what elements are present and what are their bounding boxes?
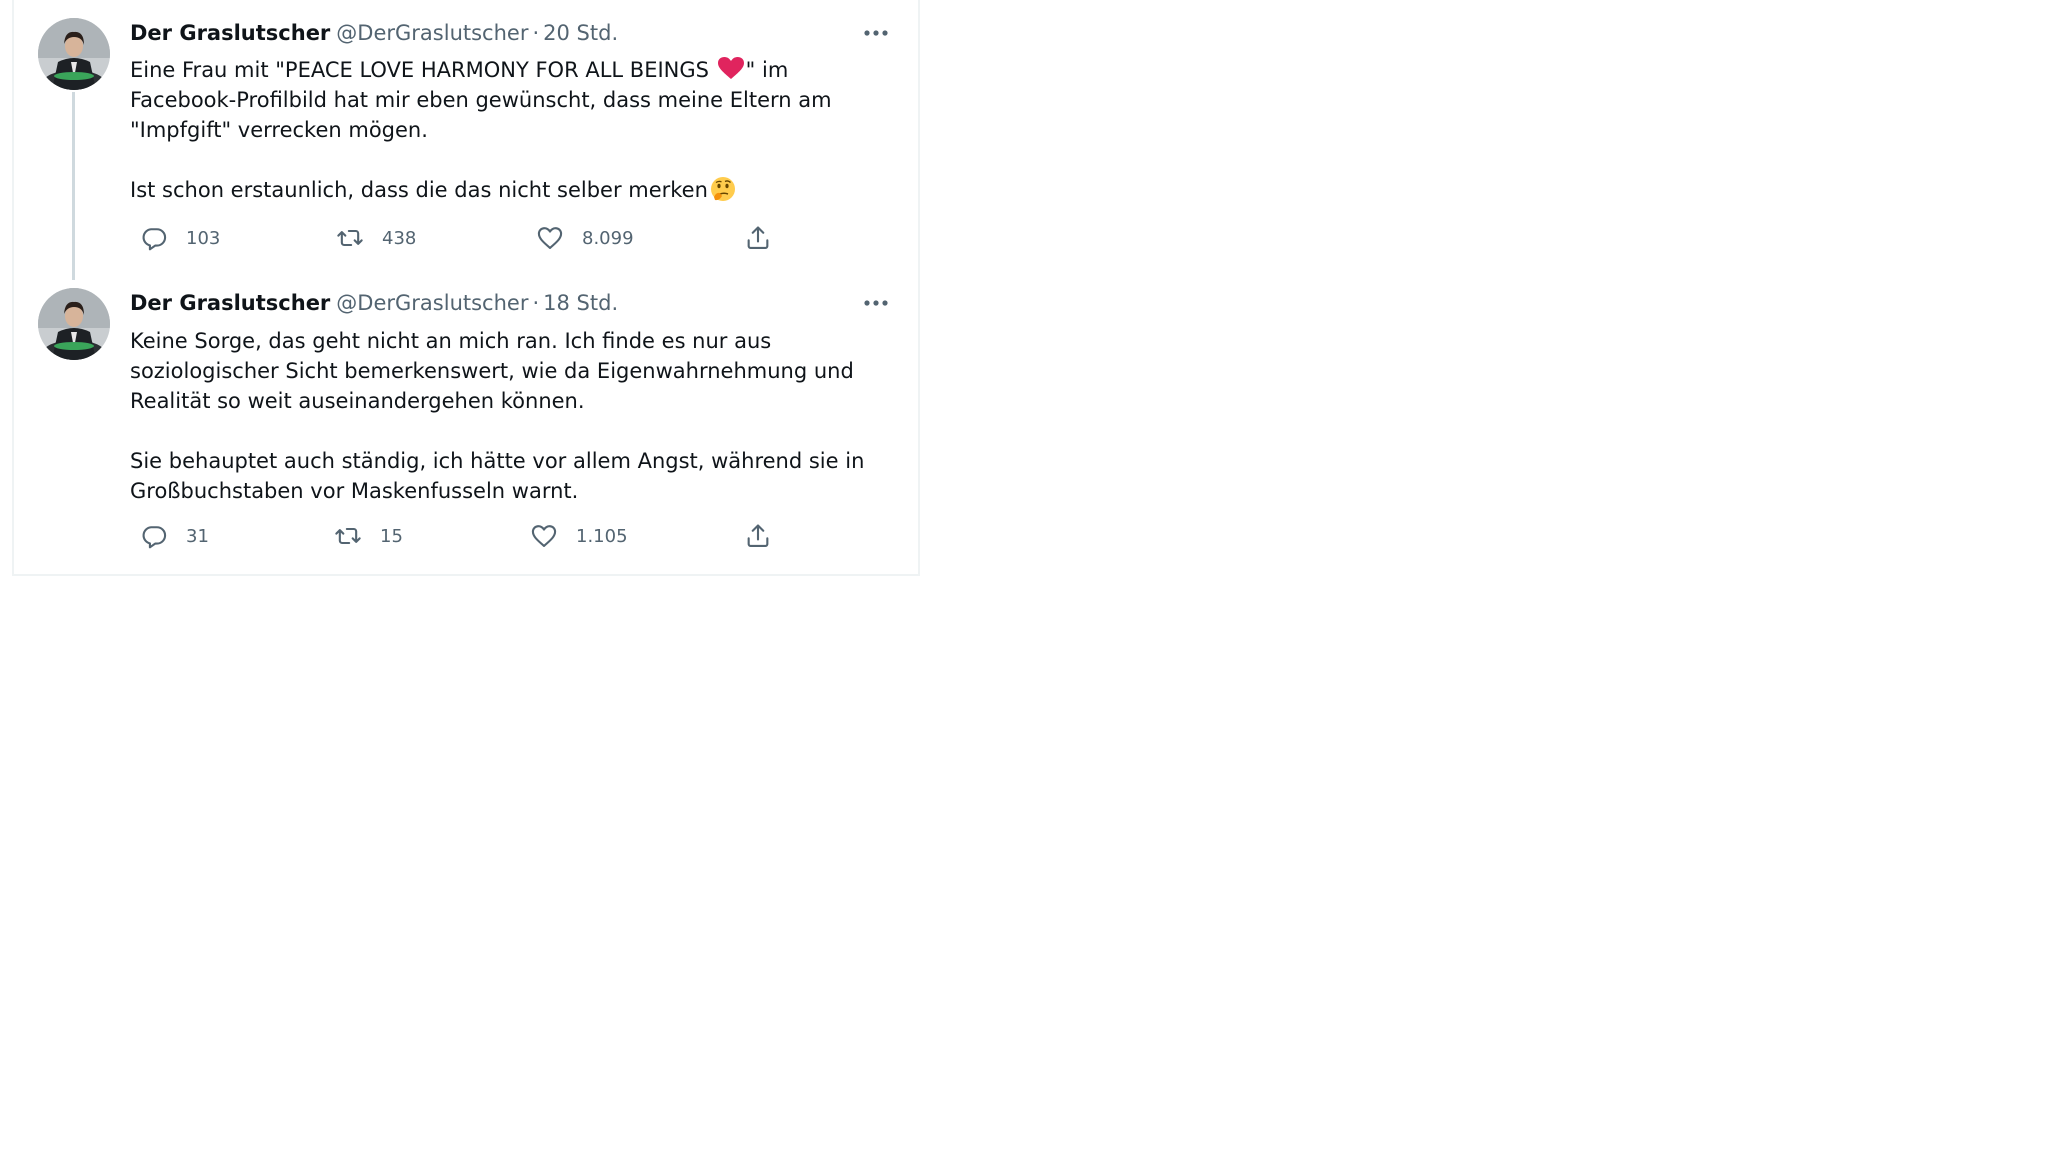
- avatar[interactable]: [38, 18, 110, 90]
- reply-button[interactable]: 31: [140, 521, 209, 551]
- like-button[interactable]: 8.099: [536, 223, 634, 253]
- reply-count: 31: [186, 525, 209, 547]
- tweet-header: Der Graslutscher @DerGraslutscher · 20 S…: [130, 18, 618, 48]
- tweet[interactable]: Der Graslutscher @DerGraslutscher · 20 S…: [14, 0, 918, 280]
- reply-button[interactable]: 103: [140, 223, 220, 253]
- retweet-button[interactable]: 438: [336, 223, 416, 253]
- like-count: 1.105: [576, 525, 628, 547]
- avatar-image: [38, 288, 110, 360]
- share-icon: [747, 524, 769, 547]
- avatar-image: [38, 18, 110, 90]
- retweet-button[interactable]: 15: [334, 521, 403, 551]
- tweet-paragraph: Keine Sorge, das geht nicht an mich ran.…: [130, 329, 854, 413]
- reply-count: 103: [186, 227, 221, 249]
- tweet-thread-card: Der Graslutscher @DerGraslutscher · 20 S…: [12, 0, 920, 576]
- heart-icon: [537, 227, 563, 249]
- share-button[interactable]: [744, 521, 772, 551]
- tweet-text: Eine Frau mit "PEACE LOVE HARMONY FOR AL…: [130, 55, 900, 205]
- more-options-icon[interactable]: [858, 288, 894, 318]
- like-count: 8.099: [582, 227, 634, 249]
- thread-connector-line: [72, 92, 75, 280]
- tweet-paragraph: Ist schon erstaunlich, dass die das nich…: [130, 175, 900, 205]
- heart-icon: [531, 525, 557, 547]
- tweet[interactable]: Der Graslutscher @DerGraslutscher · 18 S…: [14, 268, 918, 574]
- share-icon: [747, 226, 769, 249]
- retweet-icon: [337, 229, 363, 247]
- tweet-timestamp[interactable]: 18 Std.: [543, 291, 618, 315]
- retweet-count: 15: [380, 525, 403, 547]
- retweet-count: 438: [382, 227, 417, 249]
- tweet-header: Der Graslutscher @DerGraslutscher · 18 S…: [130, 288, 618, 318]
- share-button[interactable]: [744, 223, 772, 253]
- red-heart-emoji-icon: [717, 57, 744, 79]
- retweet-icon: [335, 527, 361, 545]
- tweet-paragraph: Eine Frau mit "PEACE LOVE HARMONY FOR AL…: [130, 55, 900, 145]
- separator-dot: ·: [532, 21, 540, 45]
- author-name[interactable]: Der Graslutscher: [130, 21, 330, 45]
- separator-dot: ·: [532, 291, 540, 315]
- tweet-text: Keine Sorge, das geht nicht an mich ran.…: [130, 326, 900, 506]
- author-name[interactable]: Der Graslutscher: [130, 291, 330, 315]
- author-handle[interactable]: @DerGraslutscher: [336, 291, 528, 315]
- author-handle[interactable]: @DerGraslutscher: [336, 21, 528, 45]
- tweet-actions: 103 438 8.099: [130, 223, 790, 253]
- reply-icon: [142, 526, 167, 549]
- more-options-icon[interactable]: [858, 18, 894, 48]
- tweet-actions: 31 15 1.105: [130, 521, 790, 551]
- avatar[interactable]: [38, 288, 110, 360]
- reply-icon: [142, 228, 167, 251]
- like-button[interactable]: 1.105: [530, 521, 628, 551]
- tweet-text-segment: Eine Frau mit "PEACE LOVE HARMONY FOR AL…: [130, 58, 716, 82]
- tweet-paragraph: Sie behauptet auch ständig, ich hätte vo…: [130, 449, 865, 503]
- thinking-face-emoji-icon: [710, 177, 735, 201]
- tweet-timestamp[interactable]: 20 Std.: [543, 21, 618, 45]
- tweet-text-segment: Ist schon erstaunlich, dass die das nich…: [130, 178, 708, 202]
